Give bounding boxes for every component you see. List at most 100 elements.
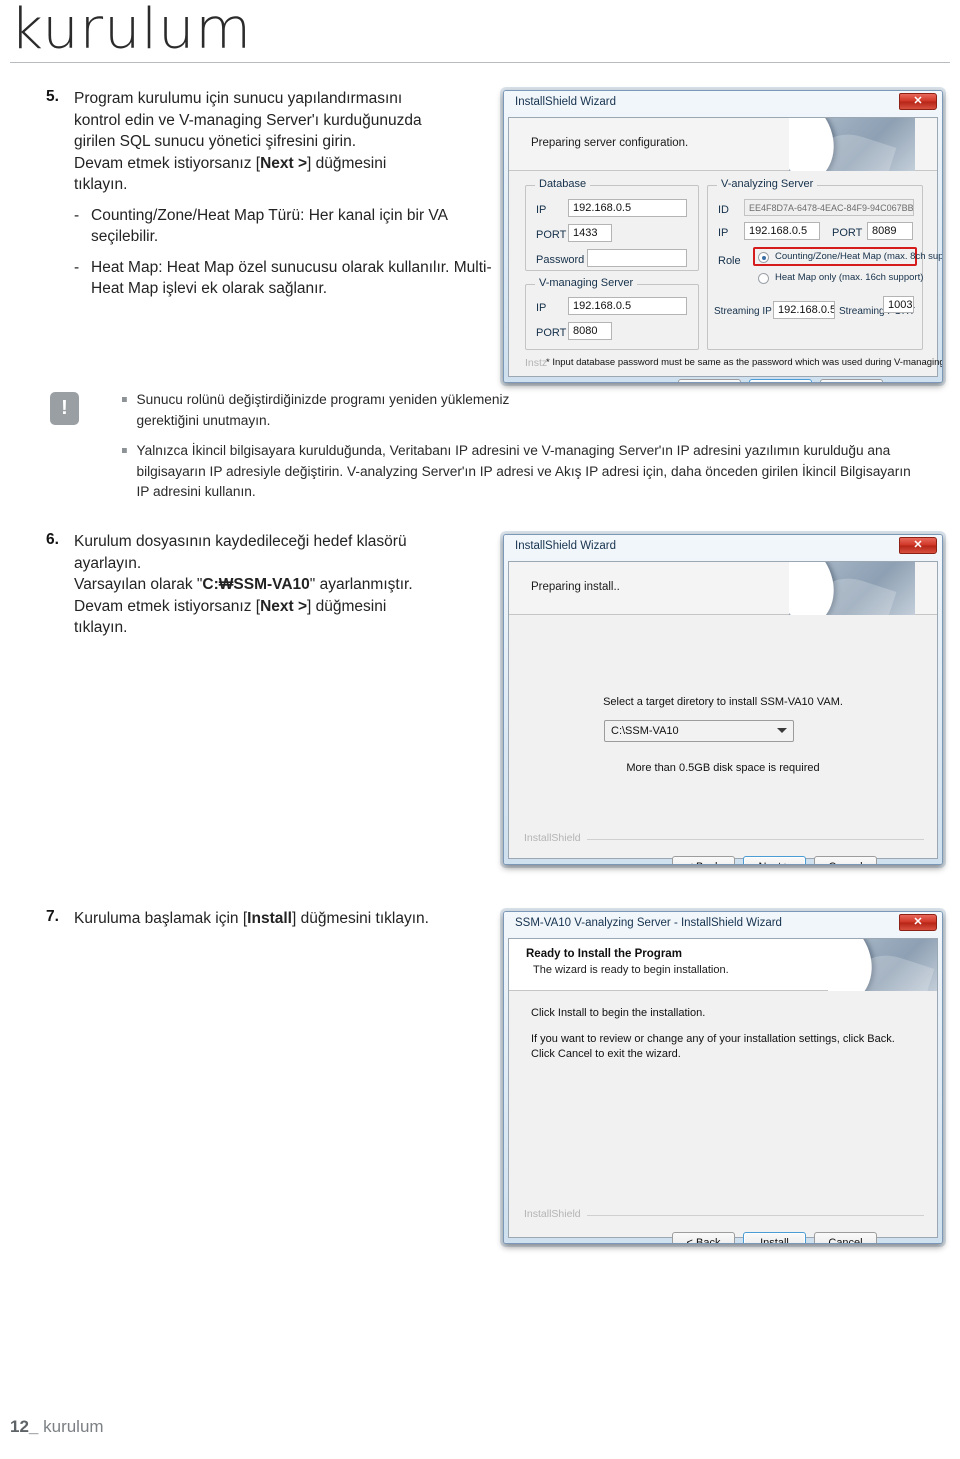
group-database-label: Database — [535, 178, 591, 190]
exclamation-icon: ! — [50, 392, 79, 425]
step-5-text: Program kurulumu için sunucu yapılandırm… — [74, 88, 496, 300]
page-header: kurulum — [0, 0, 960, 74]
step-6-text: Kurulum dosyasının kaydedileceği hedef k… — [74, 531, 496, 639]
step-6-line-1: Kurulum dosyasının kaydedileceği hedef k… — [74, 533, 407, 550]
installshield-dialog-server-config[interactable]: InstallShield Wizard ✕ Preparing server … — [503, 90, 943, 383]
vanalyzing-port-input[interactable]: 8089 — [867, 222, 913, 240]
target-directory-value: C:\SSM-VA10 — [611, 725, 679, 737]
dialog3-install-button[interactable]: Install — [743, 1232, 806, 1243]
close-icon[interactable]: ✕ — [899, 914, 937, 931]
group-vmanaging-label: V-managing Server — [535, 277, 638, 289]
dash-bullet-icon: - — [74, 258, 80, 276]
disk-space-note: More than 0.5GB disk space is required — [626, 762, 820, 774]
step-7-number: 7. — [46, 908, 59, 925]
dialog2-titlebar[interactable]: InstallShield Wizard ✕ — [504, 535, 942, 561]
dialog1-next-button[interactable]: Next > — [749, 379, 812, 382]
installshield-dialog-ready-to-install[interactable]: SSM-VA10 V-analyzing Server - InstallShi… — [503, 911, 943, 1244]
step-6: 6. Kurulum dosyasının kaydedileceği hede… — [46, 531, 496, 639]
dash-bullet-icon: - — [74, 206, 80, 224]
installshield-dialog-target-dir[interactable]: InstallShield Wizard ✕ Preparing install… — [503, 534, 943, 865]
step-5-sublist: - Counting/Zone/Heat Map Türü: Her kanal… — [74, 205, 496, 300]
note-item-1-text: Sunucu rolünü değiştirdiğinizde programı… — [136, 392, 510, 429]
step-7: 7. Kuruluma başlamak için [Install] düğm… — [46, 908, 506, 930]
page-footer: 12_ kurulum — [10, 1417, 104, 1437]
footer-page-number: 12_ — [10, 1417, 39, 1436]
dialog2-next-button[interactable]: Next > — [743, 856, 806, 864]
database-password-input[interactable] — [587, 249, 687, 267]
dialog3-body: Click Install to begin the installation.… — [509, 992, 937, 1243]
dialog2-title: InstallShield Wizard — [515, 540, 616, 552]
database-ip-input[interactable]: 192.168.0.5 — [568, 199, 687, 217]
vanalyzing-ip-input[interactable]: 192.168.0.5 — [744, 222, 820, 240]
dialog2-banner: Preparing install.. — [509, 562, 937, 615]
step-5-line-5: tıklayın. — [74, 176, 128, 193]
dialog2-inner: Preparing install.. Select a target dire… — [508, 561, 938, 864]
dialog3-back-button[interactable]: < Back — [672, 1232, 735, 1243]
database-port-label: PORT — [536, 229, 567, 241]
close-icon[interactable]: ✕ — [899, 537, 937, 554]
dialog2-body: Select a target diretory to install SSM-… — [509, 616, 937, 864]
dialog1-banner: Preparing server configuration. — [509, 118, 937, 171]
vanalyzing-id-label: ID — [718, 204, 729, 216]
dialog2-cancel-button[interactable]: Cancel — [814, 856, 877, 864]
step-5-line-2: kontrol edin ve V-managing Server'ı kurd… — [74, 111, 422, 129]
target-dir-prompt: Select a target diretory to install SSM-… — [603, 696, 843, 708]
dialog3-banner-title: Ready to Install the Program — [526, 948, 682, 960]
install-instruction-1: Click Install to begin the installation. — [531, 1007, 706, 1019]
step-6-number: 6. — [46, 531, 59, 548]
step-5-number: 5. — [46, 88, 59, 105]
database-ip-label: IP — [536, 204, 547, 216]
dialog3-banner-sub: The wizard is ready to begin installatio… — [533, 964, 729, 976]
radio-heatmap-label: Heat Map only (max. 16ch support) — [775, 272, 924, 283]
dialog3-inner: Ready to Install the Program The wizard … — [508, 938, 938, 1243]
step-5-subitem-2: - Heat Map: Heat Map özel sunucusu olara… — [74, 257, 496, 300]
step-5-subitem-1-text: Counting/Zone/Heat Map Türü: Her kanal i… — [91, 206, 448, 246]
dialog2-footer-rule — [587, 839, 924, 840]
wizard-art-icon — [789, 118, 915, 171]
dialog3-banner: Ready to Install the Program The wizard … — [509, 939, 937, 991]
dialog3-cancel-button[interactable]: Cancel — [814, 1232, 877, 1243]
dialog1-cancel-button[interactable]: Cancel — [820, 379, 883, 382]
step-7-line-1: Kuruluma başlamak için [Install] düğmesi… — [74, 910, 429, 927]
vmanaging-ip-input[interactable]: 192.168.0.5 — [568, 297, 687, 315]
vanalyzing-role-label: Role — [718, 255, 741, 267]
step-5-line-1: Program kurulumu için sunucu yapılandırm… — [74, 90, 403, 107]
streaming-ip-input[interactable]: 192.168.0.5 — [773, 301, 835, 319]
vanalyzing-port-label: PORT — [832, 227, 863, 239]
dialog3-titlebar[interactable]: SSM-VA10 V-analyzing Server - InstallShi… — [504, 912, 942, 938]
note-item-1: Sunucu rolünü değiştirdiğinizde programı… — [122, 390, 527, 431]
step-5-subitem-1: - Counting/Zone/Heat Map Türü: Her kanal… — [74, 205, 496, 248]
square-bullet-icon — [122, 448, 127, 453]
dialog2-back-button[interactable]: < Back — [672, 856, 735, 864]
dialog3-title: SSM-VA10 V-analyzing Server - InstallShi… — [515, 917, 782, 929]
step-5: 5. Program kurulumu için sunucu yapıland… — [46, 88, 496, 309]
target-directory-combobox[interactable]: C:\SSM-VA10 — [604, 720, 794, 742]
dialog1-back-button[interactable]: < Back — [678, 379, 741, 382]
database-password-label: Password — [536, 254, 585, 266]
square-bullet-icon — [122, 397, 127, 402]
chevron-down-icon[interactable] — [777, 728, 787, 733]
step-6-line-3: Varsayılan olarak "C:₩SSM-VA10" ayarlanm… — [74, 576, 413, 593]
step-6-line-5: tıklayın. — [74, 619, 128, 636]
group-vmanaging-server: V-managing Server — [525, 277, 699, 350]
step-5-subitem-2-text: Heat Map: Heat Map özel sunucusu olarak … — [91, 258, 492, 298]
dialog1-banner-text: Preparing server configuration. — [531, 137, 689, 149]
group-vanalyzing-label: V-analyzing Server — [717, 178, 818, 190]
dialog1-titlebar[interactable]: InstallShield Wizard ✕ — [504, 91, 942, 117]
page-title: kurulum — [10, 0, 253, 62]
dialog1-footnote: * Input database password must be same a… — [546, 357, 943, 368]
close-icon[interactable]: ✕ — [899, 93, 937, 110]
wizard-art-icon — [789, 562, 915, 615]
vanalyzing-ip-label: IP — [718, 227, 729, 239]
dialog2-installshield-mark: InstallShield — [524, 832, 581, 844]
step-5-line-4: Devam etmek istiyorsanız [Next >] düğmes… — [74, 154, 387, 172]
vmanaging-port-label: PORT — [536, 327, 567, 339]
exclamation-glyph: ! — [61, 397, 68, 419]
wizard-art-icon — [827, 939, 937, 991]
database-port-input[interactable]: 1433 — [568, 224, 612, 242]
radio-unselected-icon — [758, 273, 769, 284]
dialog1-installshield-mark: Instz — [525, 357, 548, 369]
streaming-port-input[interactable]: 1003 — [883, 296, 914, 313]
radio-counting-label: Counting/Zone/Heat Map (max. 8ch support… — [775, 251, 943, 262]
vmanaging-port-input[interactable]: 8080 — [568, 322, 612, 340]
